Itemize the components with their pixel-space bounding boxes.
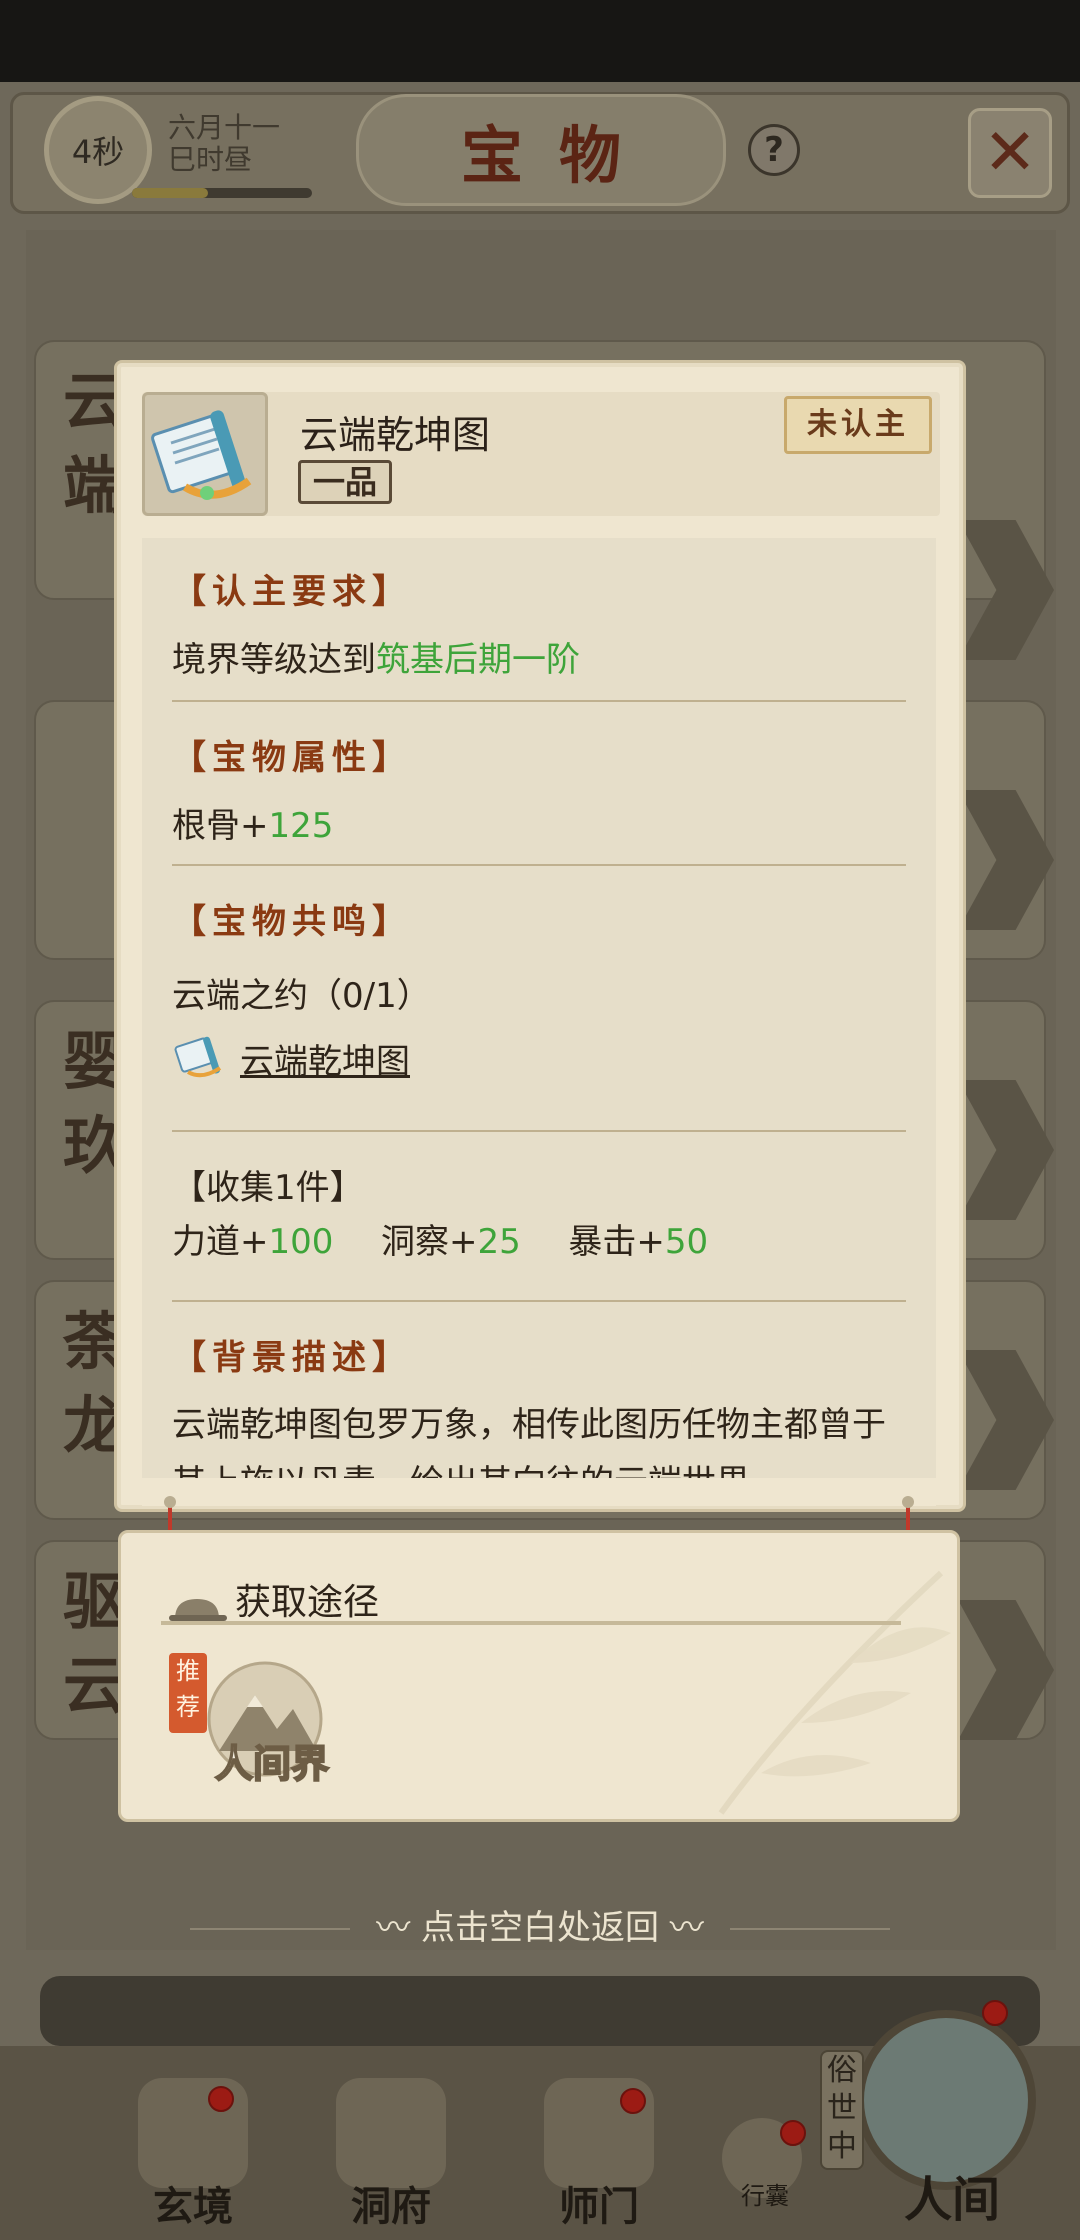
dismiss-hint-text: 点击空白处返回 bbox=[421, 1908, 659, 1948]
bonus-name: 洞察+ bbox=[381, 1222, 478, 1262]
collect-label: 【收集1件】 bbox=[172, 1168, 364, 1208]
date-line-1: 六月十一 bbox=[168, 111, 281, 144]
card-footer bbox=[142, 1478, 936, 1506]
cloud-icon bbox=[169, 1599, 227, 1621]
pagoda-icon bbox=[336, 2078, 446, 2188]
attributes-title: 【宝物属性】 bbox=[172, 738, 412, 778]
scroll-icon bbox=[142, 392, 268, 516]
divider bbox=[172, 864, 906, 866]
acquisition-title: 获取途径 bbox=[235, 1582, 380, 1623]
close-icon: ✕ bbox=[983, 116, 1037, 190]
nav-label: 师门 bbox=[559, 2183, 639, 2230]
notification-dot bbox=[982, 2000, 1008, 2026]
requirement-title: 【认主要求】 bbox=[172, 572, 412, 612]
game-date: 六月十一 巳时昼 bbox=[168, 112, 318, 176]
nav-item-dongfu[interactable]: 洞府 bbox=[326, 2078, 456, 2232]
page-title: 宝物 bbox=[460, 119, 657, 192]
date-line-2: 巳时昼 bbox=[168, 143, 253, 176]
attribute-value: 125 bbox=[268, 806, 334, 846]
page-title-plaque: 宝物 bbox=[356, 94, 726, 206]
notification-dot bbox=[208, 2086, 234, 2112]
resonance-title: 【宝物共鸣】 bbox=[172, 902, 412, 942]
acquisition-panel: 获取途径 推荐 人间界 bbox=[118, 1530, 960, 1822]
recommend-badge: 推荐 bbox=[169, 1653, 207, 1733]
time-progress-fill bbox=[132, 188, 208, 198]
help-button[interactable]: ? bbox=[748, 124, 800, 176]
background-description: 云端乾坤图包罗万象，相传此图历任物主都曾于其上施以丹青，绘出其向往的云端世界 bbox=[172, 1405, 886, 1478]
treasure-detail-body[interactable]: 【认主要求】 境界等级达到筑基后期一阶 【宝物属性】 根骨+125 【宝物共鸣】… bbox=[142, 538, 936, 1478]
time-progress-bar bbox=[132, 188, 312, 198]
nav-item-xuanjing[interactable]: 玄境 bbox=[128, 2078, 258, 2232]
attribute-name: 根骨+ bbox=[172, 806, 269, 846]
treasure-name: 云端乾坤图 bbox=[300, 413, 491, 457]
grade-badge: 一品 bbox=[298, 460, 392, 504]
location-name[interactable]: 人间界 bbox=[177, 1733, 367, 1788]
bonus-name: 力道+ bbox=[172, 1222, 269, 1262]
divider bbox=[172, 700, 906, 702]
string-knob bbox=[164, 1496, 176, 1508]
notification-dot bbox=[620, 2088, 646, 2114]
world-tag: 俗世中 bbox=[820, 2050, 864, 2170]
bonus-value: 25 bbox=[477, 1222, 521, 1262]
requirement-prefix: 境界等级达到 bbox=[172, 640, 376, 680]
requirement-value: 筑基后期一阶 bbox=[376, 640, 580, 680]
notification-dot bbox=[780, 2120, 806, 2146]
background-title: 【背景描述】 bbox=[172, 1338, 412, 1378]
world-label: 人间 bbox=[903, 2172, 1000, 2228]
collect-bonus-line: 力道+100 洞察+25 暴击+50 bbox=[172, 1214, 708, 1263]
status-badge: 未认主 bbox=[784, 396, 932, 454]
divider bbox=[172, 1300, 906, 1302]
bonus-value: 50 bbox=[664, 1222, 709, 1262]
bamboo-decoration bbox=[718, 1570, 951, 1815]
nav-label: 洞府 bbox=[351, 2183, 431, 2230]
swirl-icon: 〰 bbox=[659, 1908, 704, 1948]
close-button[interactable]: ✕ bbox=[968, 108, 1052, 198]
string-knob bbox=[902, 1496, 914, 1508]
requirement-line: 境界等级达到筑基后期一阶 bbox=[172, 632, 580, 681]
nav-label: 行囊 bbox=[741, 2182, 789, 2210]
scroll-icon bbox=[174, 1036, 222, 1078]
resonance-item-link[interactable]: 云端乾坤图 bbox=[240, 1034, 410, 1083]
divider bbox=[161, 1621, 901, 1625]
divider bbox=[172, 1130, 906, 1132]
bonus-name: 暴击+ bbox=[568, 1222, 665, 1262]
nav-label: 玄境 bbox=[153, 2183, 233, 2230]
swirl-icon: 〰 bbox=[376, 1908, 421, 1948]
dismiss-hint[interactable]: 〰 点击空白处返回 〰 bbox=[0, 1900, 1080, 1949]
bonus-value: 100 bbox=[268, 1222, 334, 1262]
resonance-set-line: 云端之约（0/1） bbox=[172, 976, 431, 1016]
status-bar bbox=[0, 0, 1080, 82]
attribute-line: 根骨+125 bbox=[172, 798, 333, 847]
